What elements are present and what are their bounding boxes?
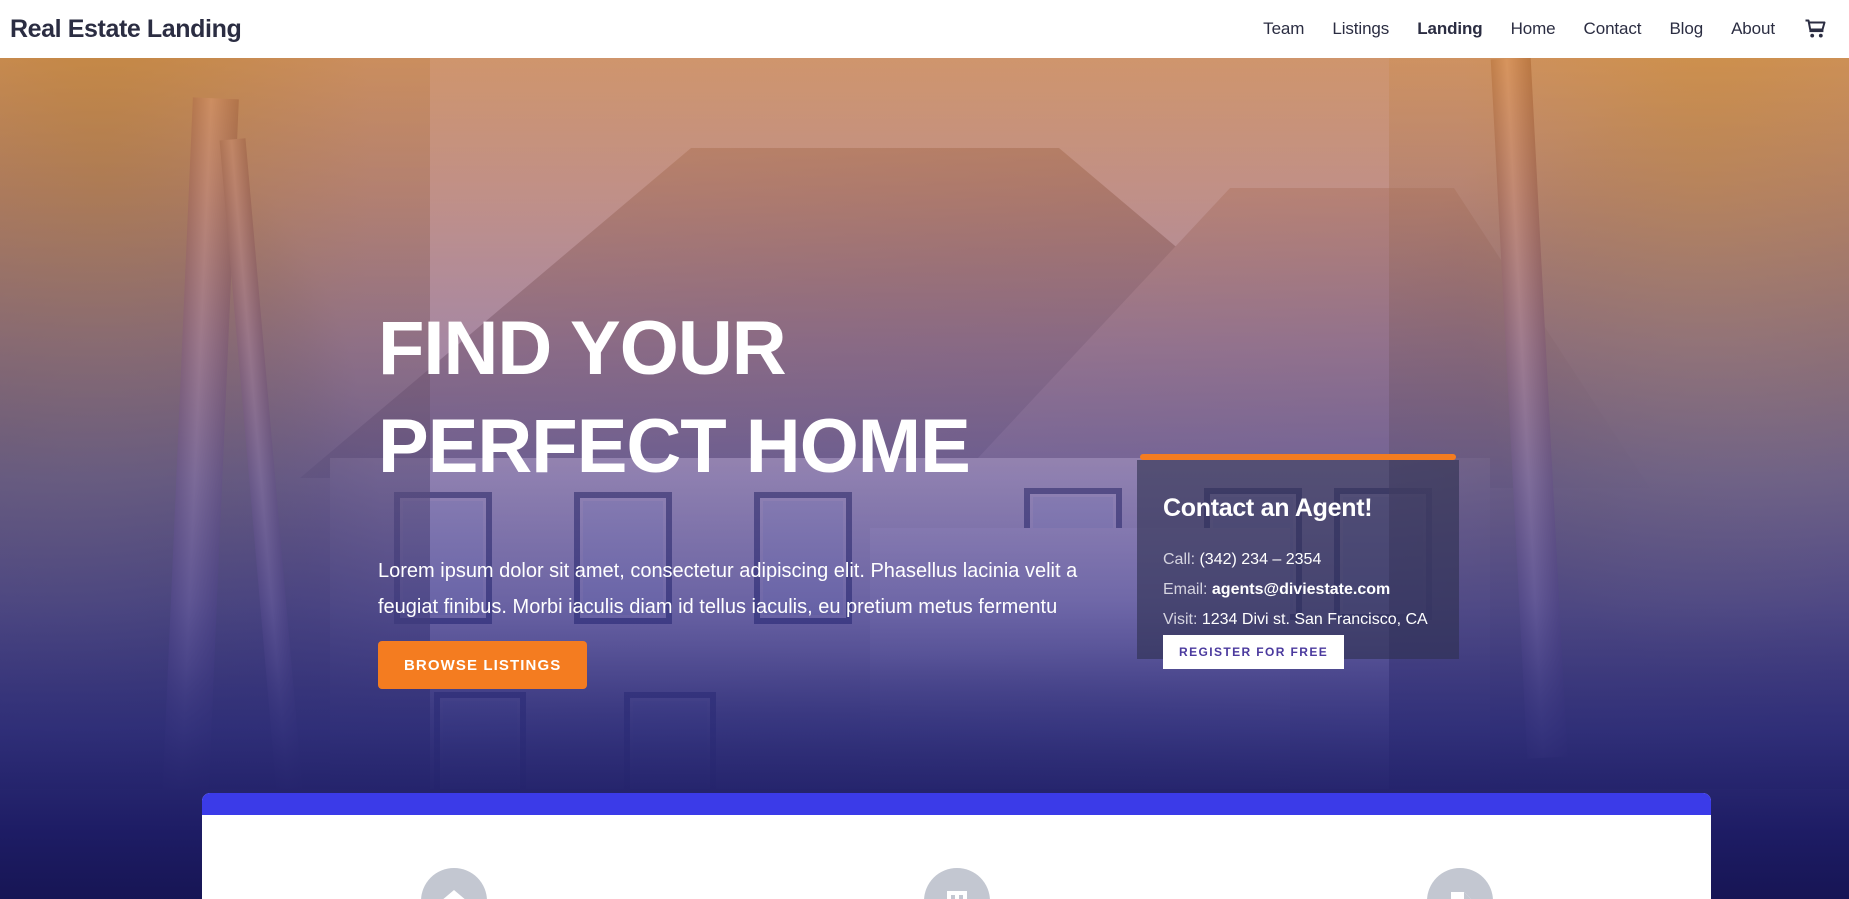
feature-icon-circle (420, 868, 487, 899)
contact-label-visit: Visit: (1163, 611, 1198, 628)
site-header: Real Estate Landing Team Listings Landin… (0, 0, 1849, 58)
tag-icon (1450, 892, 1471, 899)
browse-listings-button[interactable]: BROWSE LISTINGS (378, 641, 588, 689)
hero-content: FIND YOUR PERFECT HOME Lorem ipsum dolor… (0, 58, 1849, 899)
nav-item-listings[interactable]: Listings (1318, 19, 1403, 39)
contact-line-call: Call: (342) 234 – 2354 (1163, 545, 1433, 575)
contact-value-email[interactable]: agents@diviestate.com (1212, 581, 1390, 598)
contact-value-call: (342) 234 – 2354 (1199, 551, 1322, 568)
nav-item-landing[interactable]: Landing (1403, 19, 1496, 39)
register-for-free-button[interactable]: REGISTER FOR FREE (1163, 635, 1345, 669)
features-columns (202, 815, 1711, 899)
hero-headline: FIND YOUR PERFECT HOME (378, 300, 1138, 496)
features-card-top-bar (202, 793, 1711, 815)
site-title: Real Estate Landing (10, 14, 242, 43)
nav-item-blog[interactable]: Blog (1655, 19, 1717, 39)
building-icon (946, 891, 967, 899)
shopping-cart-icon (1805, 19, 1826, 38)
feature-column-3[interactable] (1208, 868, 1711, 899)
hero-headline-line-2: PERFECT HOME (378, 404, 971, 489)
contact-agent-card: Contact an Agent! Call: (342) 234 – 2354… (1137, 454, 1459, 659)
contact-value-visit: 1234 Divi st. San Francisco, CA (1201, 611, 1428, 628)
feature-column-1[interactable] (202, 868, 705, 899)
cart-button[interactable] (1789, 19, 1835, 39)
hero-headline-line-1: FIND YOUR (378, 306, 787, 391)
hero-section: FIND YOUR PERFECT HOME Lorem ipsum dolor… (0, 58, 1849, 899)
main-navigation: Team Listings Landing Home Contact Blog … (1249, 19, 1849, 39)
nav-item-home[interactable]: Home (1497, 19, 1570, 39)
contact-line-email: Email: agents@diviestate.com (1163, 575, 1433, 605)
feature-icon-circle (1426, 868, 1493, 899)
nav-item-team[interactable]: Team (1249, 19, 1318, 39)
features-card (202, 793, 1711, 899)
nav-item-about[interactable]: About (1717, 19, 1789, 39)
home-icon (442, 890, 465, 899)
contact-card-body: Contact an Agent! Call: (342) 234 – 2354… (1137, 460, 1459, 659)
contact-label-call: Call: (1163, 551, 1196, 568)
contact-card-title: Contact an Agent! (1163, 494, 1373, 522)
nav-item-contact[interactable]: Contact (1570, 19, 1656, 39)
hero-paragraph: Lorem ipsum dolor sit amet, consectetur … (378, 560, 1078, 618)
feature-icon-circle (923, 868, 990, 899)
contact-line-visit: Visit: 1234 Divi st. San Francisco, CA (1163, 605, 1433, 635)
contact-label-email: Email: (1163, 581, 1208, 598)
feature-column-2[interactable] (705, 868, 1208, 899)
